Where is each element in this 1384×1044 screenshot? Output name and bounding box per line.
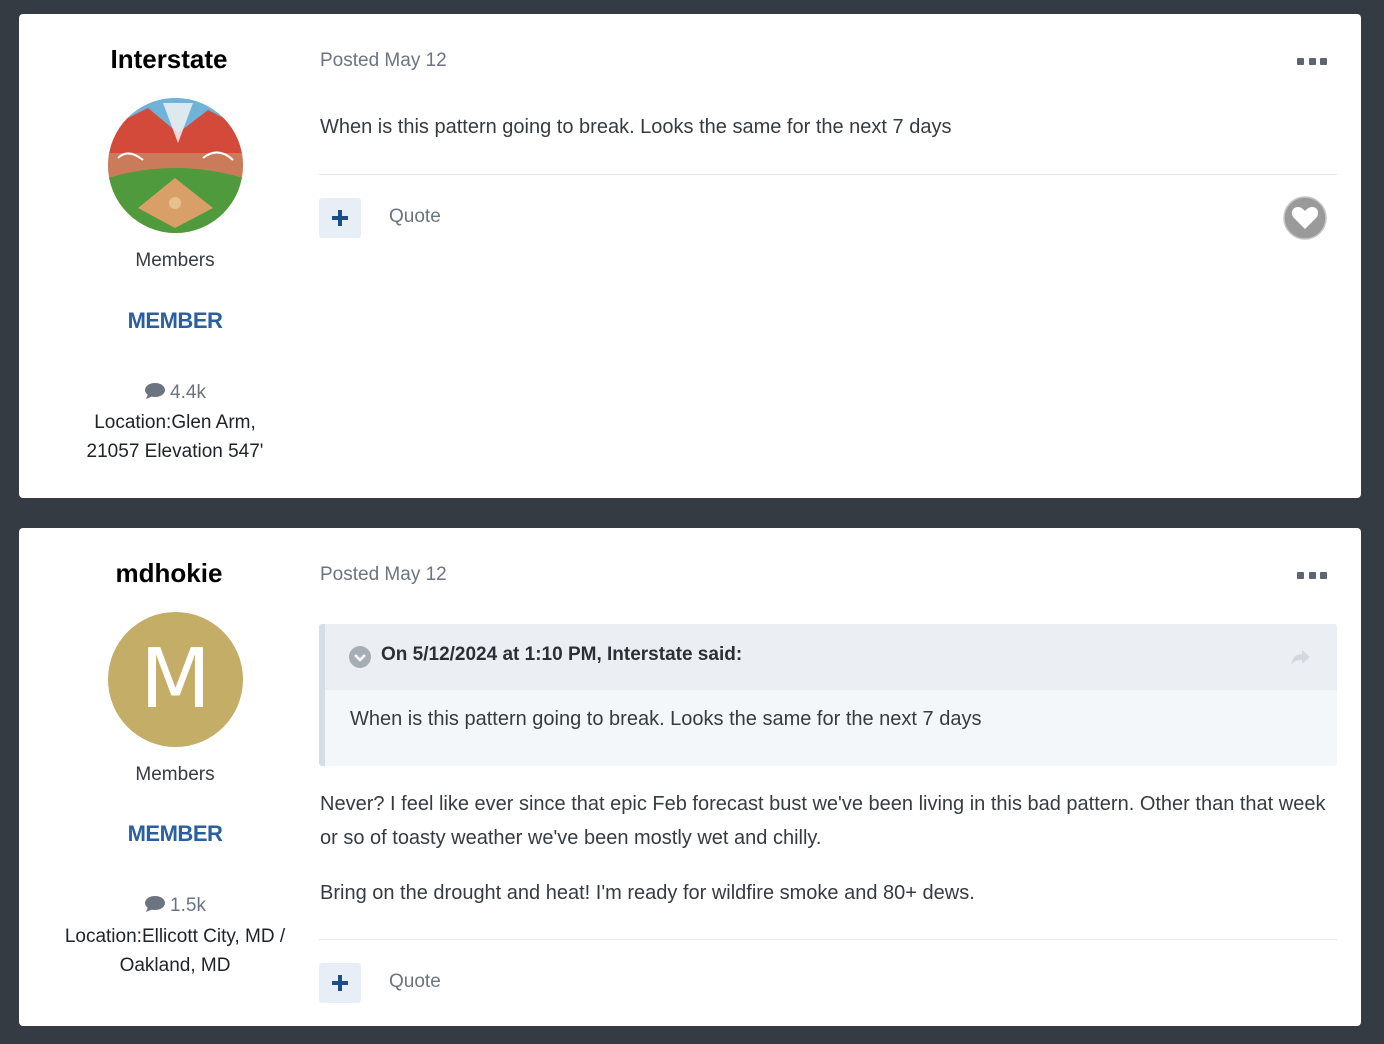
quote-citation: On 5/12/2024 at 1:10 PM, Interstate said…: [381, 644, 743, 665]
quote-header: On 5/12/2024 at 1:10 PM, Interstate said…: [325, 624, 1337, 690]
author-avatar[interactable]: M: [108, 612, 243, 747]
comment-icon: [144, 895, 166, 919]
author-name[interactable]: mdhokie: [19, 558, 319, 589]
quote-block: On 5/12/2024 at 1:10 PM, Interstate said…: [319, 624, 1337, 766]
post-paragraph: When is this pattern going to break. Loo…: [320, 116, 952, 138]
post-card: mdhokie M Members MEMBER 1.5k Location:E…: [19, 528, 1361, 1026]
plus-icon: [332, 210, 348, 226]
post-count[interactable]: 4.4k: [19, 382, 331, 406]
author-location: Location:Glen Arm, 21057 Elevation 547': [86, 412, 264, 462]
quote-text: When is this pattern going to break. Loo…: [350, 708, 982, 730]
rank-badge: MEMBER: [127, 821, 223, 846]
rank-badge: MEMBER: [127, 308, 223, 333]
post-card: Interstate Members MEMBER 4.4k Location:…: [19, 14, 1361, 498]
member-group: Members: [135, 764, 215, 785]
heart-icon[interactable]: [1283, 196, 1327, 240]
post-paragraph: Never? I feel like ever since that epic …: [320, 793, 1326, 849]
multiquote-button[interactable]: [319, 963, 361, 1003]
chevron-down-icon[interactable]: [349, 646, 371, 668]
post-paragraph: Bring on the drought and heat! I'm ready…: [320, 882, 975, 904]
author-avatar[interactable]: [108, 98, 243, 233]
post-content: Never? I feel like ever since that epic …: [320, 787, 1337, 910]
post-count-value: 4.4k: [170, 382, 206, 403]
post-date[interactable]: Posted May 12: [320, 564, 447, 586]
post-divider: [319, 174, 1337, 175]
post-content: When is this pattern going to break. Loo…: [320, 110, 1337, 144]
quote-button[interactable]: Quote: [389, 971, 441, 993]
post-divider: [319, 939, 1337, 940]
post-date[interactable]: Posted May 12: [320, 50, 447, 72]
multiquote-button[interactable]: [319, 198, 361, 238]
ellipsis-icon[interactable]: [1297, 51, 1327, 71]
member-group: Members: [135, 250, 215, 271]
share-icon[interactable]: [1289, 646, 1311, 668]
comment-icon: [144, 382, 166, 406]
author-name[interactable]: Interstate: [19, 44, 319, 75]
avatar-image: [108, 98, 243, 233]
plus-icon: [332, 975, 348, 991]
post-count-value: 1.5k: [170, 895, 206, 916]
author-location: Location:Ellicott City, MD / Oakland, MD: [64, 926, 286, 976]
ellipsis-icon[interactable]: [1297, 565, 1327, 585]
post-count[interactable]: 1.5k: [19, 895, 331, 919]
quote-button[interactable]: Quote: [389, 206, 441, 228]
